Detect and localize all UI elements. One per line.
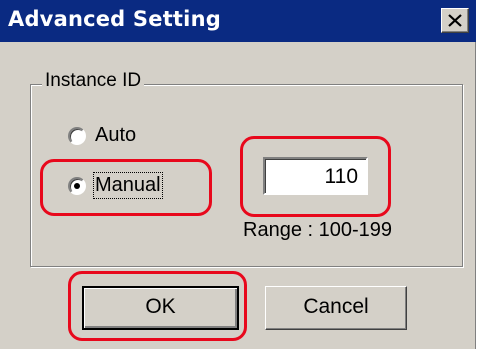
radio-unselected-icon[interactable]: [68, 126, 86, 145]
auto-radio-option[interactable]: Auto: [68, 124, 136, 147]
range-hint: Range : 100-199: [243, 219, 393, 241]
manual-radio-label[interactable]: Manual: [93, 172, 163, 199]
dialog-title: Advanced Setting: [8, 7, 221, 31]
ok-button[interactable]: OK: [82, 286, 239, 330]
instance-id-group-label: Instance ID: [42, 70, 145, 92]
auto-radio-label[interactable]: Auto: [95, 124, 136, 147]
close-icon: [448, 14, 462, 27]
instance-id-input[interactable]: 110: [263, 157, 368, 195]
cancel-button[interactable]: Cancel: [265, 286, 407, 330]
advanced-setting-dialog: Advanced Setting Instance ID Auto Manual…: [0, 0, 476, 349]
close-button[interactable]: [441, 8, 469, 33]
radio-selected-icon[interactable]: [68, 176, 86, 195]
manual-radio-option[interactable]: Manual: [68, 172, 163, 199]
title-bar: Advanced Setting: [0, 0, 476, 42]
